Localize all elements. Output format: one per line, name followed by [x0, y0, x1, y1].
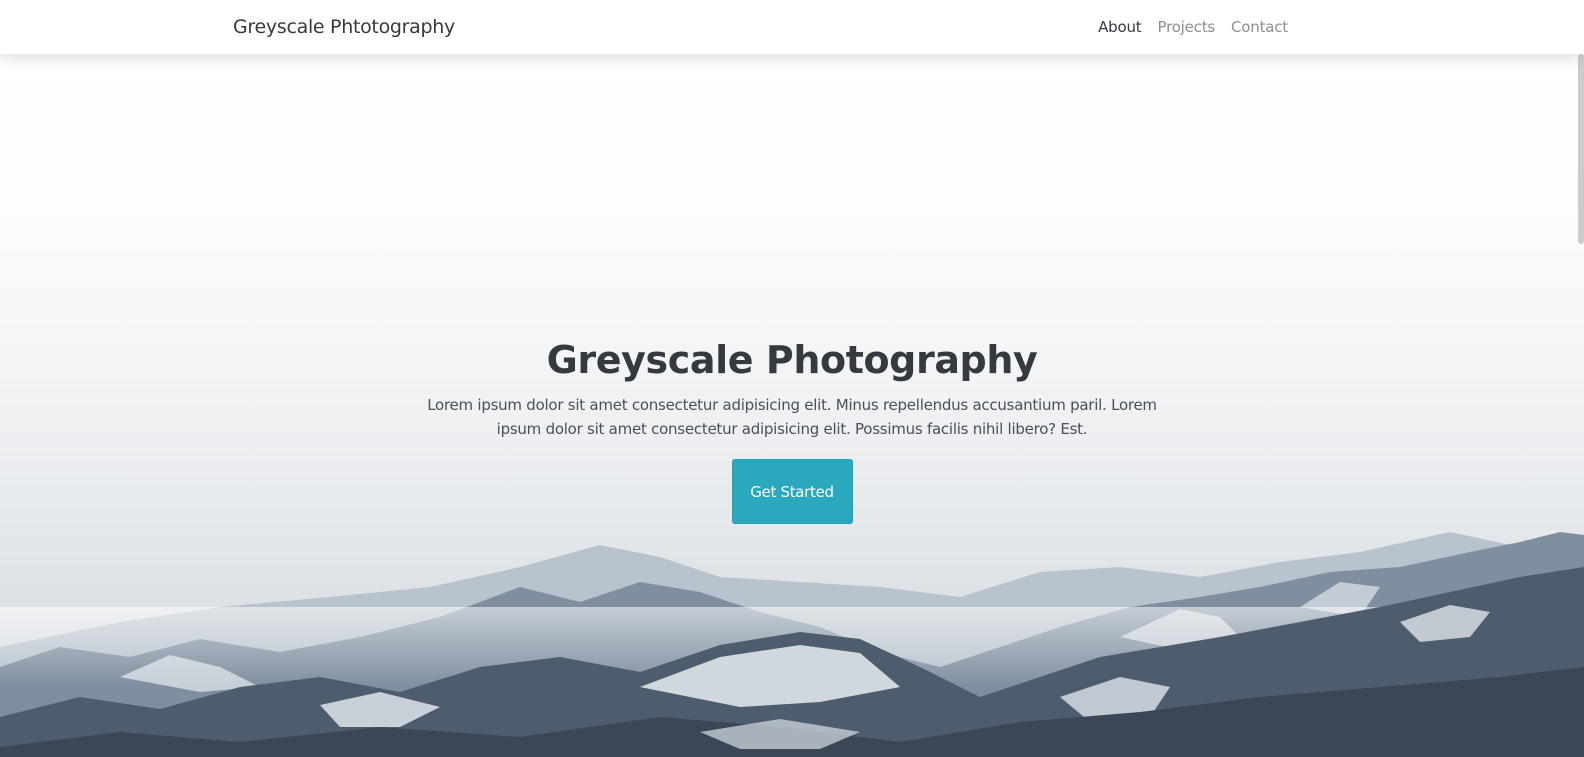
- mountain-landscape-image: [0, 532, 1584, 757]
- hero-section: Greyscale Photography Lorem ipsum dolor …: [0, 54, 1584, 757]
- hero-title: Greyscale Photography: [546, 338, 1038, 382]
- nav-link-about[interactable]: About: [1098, 18, 1142, 36]
- get-started-button[interactable]: Get Started: [731, 459, 853, 524]
- hero-description: Lorem ipsum dolor sit amet consectetur a…: [427, 396, 1157, 438]
- top-navbar: Greyscale Phtotography About Projects Co…: [0, 0, 1584, 54]
- page-scrollbar-thumb[interactable]: [1578, 54, 1584, 244]
- nav-link-projects[interactable]: Projects: [1157, 18, 1215, 36]
- brand-link[interactable]: Greyscale Phtotography: [233, 16, 455, 38]
- nav-links: About Projects Contact: [1098, 18, 1288, 36]
- nav-link-contact[interactable]: Contact: [1231, 18, 1288, 36]
- hero-content: Greyscale Photography Lorem ipsum dolor …: [0, 338, 1584, 524]
